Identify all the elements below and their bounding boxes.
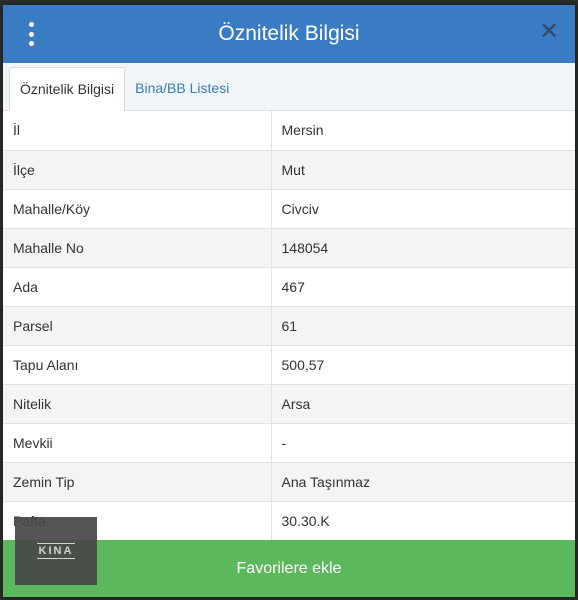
attribute-key: Tapu Alanı	[3, 345, 272, 385]
modal-header: Öznitelik Bilgisi ✕	[3, 5, 575, 63]
table-row: Mahalle/Köy Civciv	[3, 189, 575, 229]
attribute-key: Mahalle/Köy	[3, 189, 272, 229]
modal-title: Öznitelik Bilgisi	[218, 22, 360, 45]
attribute-value: Mut	[271, 150, 575, 190]
attribute-value: 61	[271, 306, 575, 346]
attribute-value: Arsa	[271, 384, 575, 424]
table-row: Zemin Tip Ana Taşınmaz	[3, 462, 575, 502]
attribute-key: İlçe	[3, 150, 272, 190]
attribute-table: İl Mersin İlçe Mut Mahalle/Köy Civciv Mahalle …	[3, 111, 575, 541]
watermark-logo: KINA	[15, 517, 97, 585]
attribute-value: -	[271, 423, 575, 463]
table-row: İlçe Mut	[3, 150, 575, 190]
attribute-key: Mahalle No	[3, 228, 272, 268]
table-row: Mevkii -	[3, 423, 575, 463]
attribute-key: Nitelik	[3, 384, 272, 424]
attribute-key: Mevkii	[3, 423, 272, 463]
table-row: İl Mersin	[3, 111, 575, 151]
table-row: Tapu Alanı 500,57	[3, 345, 575, 385]
logo-text: KINA	[36, 543, 76, 559]
attribute-key: İl	[3, 111, 272, 151]
attribute-value: Ana Taşınmaz	[271, 462, 575, 502]
table-row: Ada 467	[3, 267, 575, 307]
attribute-value: 148054	[271, 228, 575, 268]
attribute-value: Mersin	[271, 111, 575, 151]
close-icon[interactable]: ✕	[537, 20, 561, 44]
tab-attribute-info[interactable]: Öznitelik Bilgisi	[9, 67, 126, 111]
attribute-key: Parsel	[3, 306, 272, 346]
attribute-key: Ada	[3, 267, 272, 307]
tab-bar: Öznitelik Bilgisi Bina/BB Listesi	[3, 63, 575, 111]
attribute-key: Zemin Tip	[3, 462, 272, 502]
table-row: Mahalle No 148054	[3, 228, 575, 268]
table-row: Parsel 61	[3, 306, 575, 346]
attribute-value: 30.30.K	[271, 501, 575, 541]
attribute-value: 467	[271, 267, 575, 307]
attribute-value: 500,57	[271, 345, 575, 385]
attribute-value: Civciv	[271, 189, 575, 229]
attribute-info-modal: Öznitelik Bilgisi ✕ Öznitelik Bilgisi Bi…	[3, 5, 575, 597]
table-row: Nitelik Arsa	[3, 384, 575, 424]
kebab-menu-icon[interactable]	[23, 20, 39, 48]
tab-building-list[interactable]: Bina/BB Listesi	[125, 66, 239, 110]
